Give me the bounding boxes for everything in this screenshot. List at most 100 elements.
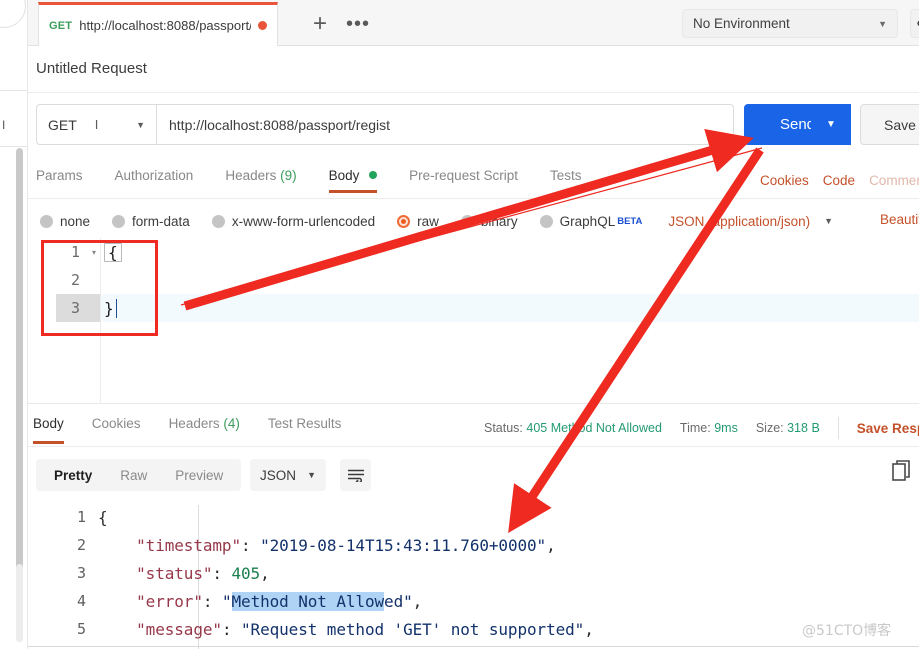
radio-icon xyxy=(112,214,126,228)
watermark: @51CTO博客 xyxy=(802,623,892,639)
response-tab-body[interactable]: Body xyxy=(33,416,64,444)
size-group: Size: 318 B xyxy=(756,421,820,435)
tab-tests[interactable]: Tests xyxy=(550,168,582,193)
view-preview[interactable]: Preview xyxy=(161,468,237,483)
code-link[interactable]: Code xyxy=(823,173,855,188)
tab-more-options-button[interactable]: ••• xyxy=(341,2,375,46)
tab-label: Test Results xyxy=(267,416,342,431)
tab-method-label: GET xyxy=(49,19,73,32)
size-value: 318 B xyxy=(787,421,820,435)
left-divider-1 xyxy=(0,90,28,91)
radio-icon xyxy=(40,214,53,228)
request-body-editor[interactable]: 1 ▾ { 2 3 } xyxy=(28,238,919,404)
cookies-link[interactable]: Cookies xyxy=(760,173,809,188)
tab-headers[interactable]: Headers (9) xyxy=(225,168,296,193)
content-type-label: JSON (application/json) xyxy=(668,213,811,229)
tab-label: Pre-request Script xyxy=(409,168,518,183)
response-line-4: 4 "error": "Method Not Allowed", xyxy=(28,587,422,615)
tab-body[interactable]: Body xyxy=(328,168,378,193)
status-value: 405 Method Not Allowed xyxy=(526,421,662,435)
response-line-5: 5 "message": "Request method 'GET' not s… xyxy=(28,615,594,643)
tab-params[interactable]: Params xyxy=(36,168,83,193)
response-meta: Status: 405 Method Not Allowed Time: 9ms… xyxy=(484,417,919,439)
decorative-arc xyxy=(0,0,26,28)
response-line-2: 2 "timestamp": "2019-08-14T15:43:11.760+… xyxy=(28,531,556,559)
time-label: Time: xyxy=(679,421,711,435)
response-line-1: 1{ xyxy=(28,503,108,531)
text-cursor-icon: I xyxy=(94,117,99,132)
left-divider-2 xyxy=(0,146,28,147)
highlight-request-body-rect xyxy=(41,240,158,336)
beautify-button[interactable]: Beautify xyxy=(880,212,919,227)
environment-selected-label: No Environment xyxy=(693,16,790,31)
response-line-3: 3 "status": 405, xyxy=(28,559,270,587)
request-actions: Cookies Code Comments xyxy=(760,173,919,188)
response-tab-headers[interactable]: Headers (4) xyxy=(169,416,240,444)
content-type-select[interactable]: JSON (application/json) ▼ xyxy=(668,214,833,229)
body-type-none[interactable]: none xyxy=(40,214,90,229)
copy-response-button[interactable] xyxy=(892,460,912,484)
response-view-toggle: Pretty Raw Preview xyxy=(36,459,242,491)
left-scrollbar[interactable] xyxy=(16,148,23,642)
environment-selector[interactable]: No Environment ▼ xyxy=(682,9,898,38)
send-options-button[interactable]: ▼ xyxy=(811,104,851,145)
body-type-raw[interactable]: raw xyxy=(397,214,439,229)
time-group: Time: 9ms xyxy=(680,421,738,435)
word-wrap-icon xyxy=(347,469,364,482)
body-type-graphql[interactable]: GraphQL BETA xyxy=(539,214,642,229)
view-pretty[interactable]: Pretty xyxy=(40,468,106,483)
url-value: http://localhost:8088/passport/regist xyxy=(169,116,391,133)
unsaved-indicator-dot xyxy=(258,21,267,30)
tab-label: Headers xyxy=(225,168,277,183)
status-label: Status: xyxy=(484,421,523,435)
save-button[interactable]: Save xyxy=(860,104,919,145)
http-method-select[interactable]: GET I ▼ xyxy=(36,104,156,145)
response-meta-divider xyxy=(28,446,919,447)
chevron-down-icon: ▼ xyxy=(307,470,316,480)
body-type-label: none xyxy=(60,213,91,229)
format-label: JSON xyxy=(260,467,297,483)
line-content: "status": 405, xyxy=(136,563,270,583)
postman-window: I GET http://localhost:8088/passport/...… xyxy=(0,0,919,649)
url-input[interactable]: http://localhost:8088/passport/regist xyxy=(156,104,734,145)
chevron-down-icon: ▼ xyxy=(824,216,834,226)
tab-url-label: http://localhost:8088/passport/... xyxy=(79,18,251,33)
request-tab[interactable]: GET http://localhost:8088/passport/... xyxy=(38,2,278,46)
headers-count: (4) xyxy=(223,416,240,431)
new-tab-button[interactable]: + xyxy=(303,2,337,46)
active-line-highlight xyxy=(56,294,919,322)
response-format-select[interactable]: JSON ▼ xyxy=(250,459,326,491)
status-group: Status: 405 Method Not Allowed xyxy=(484,421,662,435)
line-number: 4 xyxy=(76,592,86,610)
line-content: "timestamp": "2019-08-14T15:43:11.760+00… xyxy=(136,535,556,555)
body-present-indicator-icon xyxy=(369,171,378,179)
tab-label: Authorization xyxy=(114,168,194,183)
line-content: "error": "Method Not Allowed", xyxy=(136,591,423,611)
body-type-form-data[interactable]: form-data xyxy=(112,214,190,229)
body-type-urlencoded[interactable]: x-www-form-urlencoded xyxy=(211,214,375,229)
tab-pre-request-script[interactable]: Pre-request Script xyxy=(409,168,518,193)
scrollbar-track xyxy=(16,564,23,642)
bottom-divider xyxy=(28,646,919,647)
environment-quick-look-button[interactable] xyxy=(910,9,919,38)
save-response-button[interactable]: Save Response xyxy=(857,421,919,436)
body-type-row: none form-data x-www-form-urlencoded raw… xyxy=(40,207,833,235)
response-tab-cookies[interactable]: Cookies xyxy=(92,416,141,444)
word-wrap-button[interactable] xyxy=(340,459,371,491)
sidebar-collapsed-label: I xyxy=(2,118,6,132)
body-type-binary[interactable]: binary xyxy=(460,214,518,229)
view-raw[interactable]: Raw xyxy=(106,468,161,483)
body-type-label: raw xyxy=(417,213,439,229)
body-type-label: form-data xyxy=(132,213,190,229)
response-tab-test-results[interactable]: Test Results xyxy=(268,416,342,444)
comments-link[interactable]: Comments xyxy=(869,173,919,188)
tab-label: Headers xyxy=(168,416,220,431)
request-title[interactable]: Untitled Request xyxy=(36,60,147,77)
tab-label: Tests xyxy=(549,168,582,183)
tab-authorization[interactable]: Authorization xyxy=(115,168,194,193)
time-value: 9ms xyxy=(714,421,738,435)
http-method-label: GET xyxy=(48,116,77,133)
line-content: { xyxy=(98,507,108,527)
meta-separator xyxy=(837,417,839,439)
response-body-code[interactable]: 1{ 2 "timestamp": "2019-08-14T15:43:11.7… xyxy=(28,500,919,649)
